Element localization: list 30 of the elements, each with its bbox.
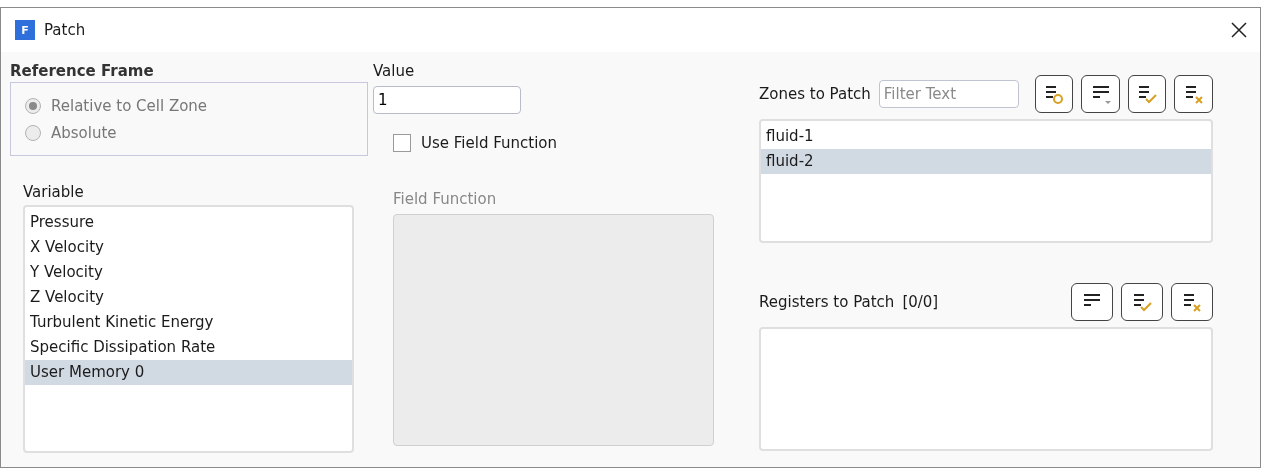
select-all-button[interactable] — [1127, 75, 1167, 113]
list-item[interactable]: fluid-2 — [761, 149, 1211, 174]
select-all-button[interactable] — [1121, 283, 1163, 321]
field-label: Value — [373, 62, 416, 80]
field-label: Variable — [23, 183, 85, 201]
value-field[interactable]: 1 — [373, 86, 521, 114]
list-item[interactable]: Turbulent Kinetic Energy — [25, 310, 352, 335]
deselect-all-button[interactable] — [1174, 75, 1213, 113]
list-item[interactable]: X Velocity — [25, 235, 352, 260]
list-item[interactable]: Y Velocity — [25, 260, 352, 285]
field-label: Registers to Patch — [759, 293, 895, 311]
sort-button[interactable] — [1081, 75, 1120, 113]
match-button[interactable] — [1034, 75, 1074, 113]
list-button[interactable] — [1071, 283, 1113, 321]
checkbox[interactable] — [393, 134, 411, 152]
list-item[interactable]: User Memory 0 — [25, 360, 352, 385]
list-item[interactable]: Specific Dissipation Rate — [25, 335, 352, 360]
list-item[interactable]: fluid-1 — [761, 124, 1211, 149]
field-label: Zones to Patch — [759, 85, 871, 103]
deselect-all-button[interactable] — [1171, 283, 1213, 321]
field-label: Field Function — [393, 190, 498, 208]
app-icon: F — [15, 20, 35, 40]
close-icon — [1231, 22, 1247, 38]
list-item[interactable]: Z Velocity — [25, 285, 352, 310]
checkbox-option[interactable]: Use Field Function — [393, 134, 712, 152]
group-title: Reference Frame — [10, 62, 155, 80]
register-count: [0/0] — [902, 293, 939, 311]
filter-field[interactable]: Filter Text — [878, 80, 1019, 108]
list-item[interactable]: Pressure — [25, 210, 352, 235]
window-title: Patch — [44, 21, 87, 39]
